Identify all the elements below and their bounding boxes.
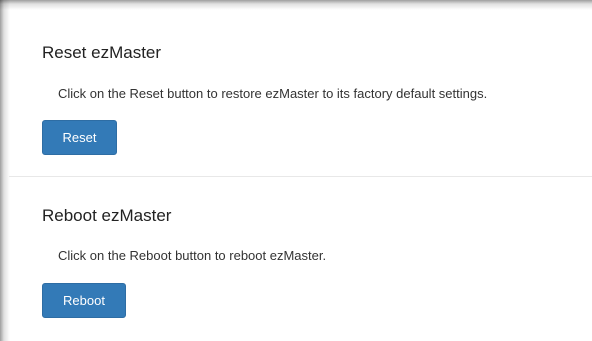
- reset-button[interactable]: Reset: [42, 120, 117, 155]
- reboot-button[interactable]: Reboot: [42, 283, 126, 318]
- reboot-section-title: Reboot ezMaster: [42, 206, 172, 225]
- reset-section-description: Click on the Reset button to restore ezM…: [58, 86, 488, 101]
- reboot-section-description: Click on the Reboot button to reboot ezM…: [58, 248, 327, 263]
- frame-shadow-top: [0, 0, 592, 10]
- section-divider: [9, 176, 592, 177]
- settings-page: Reset ezMaster Click on the Reset button…: [0, 0, 592, 341]
- reset-section-title: Reset ezMaster: [42, 43, 162, 62]
- frame-shadow-left: [0, 0, 10, 341]
